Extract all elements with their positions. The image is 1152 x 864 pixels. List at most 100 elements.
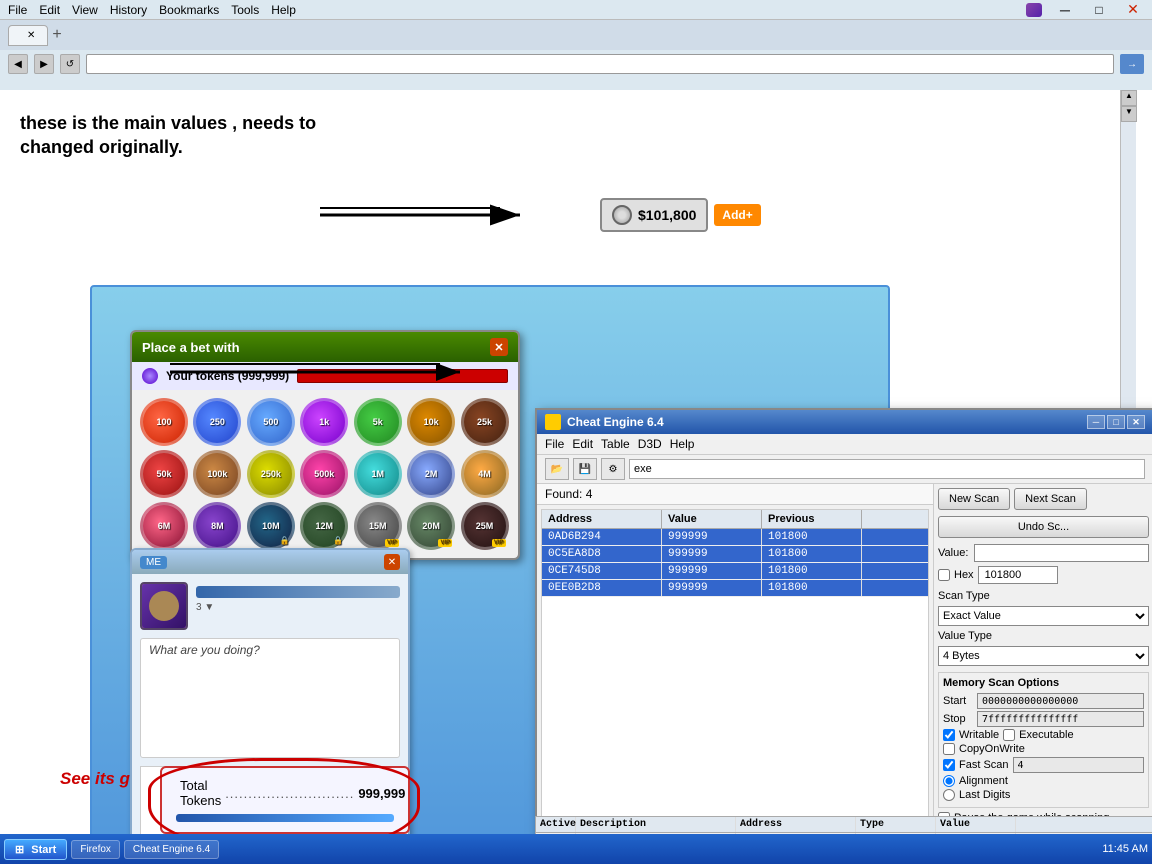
ce-menu-edit[interactable]: Edit xyxy=(572,437,593,451)
vip-badge: VIP xyxy=(492,539,506,547)
taskbar-ce-item[interactable]: Cheat Engine 6.4 xyxy=(124,840,219,859)
value-type-select[interactable]: 4 Bytes xyxy=(938,646,1149,666)
new-tab-button[interactable]: + xyxy=(52,26,61,44)
chip-10m[interactable]: 10M🔒 xyxy=(247,502,295,550)
fastscan-checkbox[interactable] xyxy=(943,759,955,771)
chip-1m[interactable]: 1M xyxy=(354,450,402,498)
next-scan-button[interactable]: Next Scan xyxy=(1014,488,1087,510)
ce-menu-file[interactable]: File xyxy=(545,437,564,451)
alignment-label: Alignment xyxy=(959,775,1008,787)
taskbar-browser-item[interactable]: Firefox xyxy=(71,840,120,859)
go-button[interactable]: → xyxy=(1120,54,1144,74)
token-value-box: $101,800 xyxy=(600,198,708,232)
ce-app-icon xyxy=(545,414,561,430)
browser-logo-icon xyxy=(1026,3,1042,17)
ce-menu-help[interactable]: Help xyxy=(670,437,695,451)
ce-settings-btn[interactable]: ⚙ xyxy=(601,458,625,480)
scroll-up-button[interactable]: ▲ xyxy=(1121,90,1137,106)
address-bar: ◀ ▶ ↺ → xyxy=(0,50,1152,78)
chat-status-text: 3 ▼ xyxy=(196,602,400,613)
fastscan-value-input[interactable] xyxy=(1013,757,1144,773)
menu-bookmarks[interactable]: Bookmarks xyxy=(159,3,219,17)
tab-close-icon[interactable]: ✕ xyxy=(27,30,35,41)
menu-history[interactable]: History xyxy=(110,3,147,17)
menu-edit[interactable]: Edit xyxy=(39,3,60,17)
minimize-btn[interactable]: ─ xyxy=(1054,2,1076,18)
refresh-button[interactable]: ↺ xyxy=(60,54,80,74)
table-row[interactable]: 0AD6B294 999999 101800 xyxy=(542,529,928,546)
hex-checkbox[interactable] xyxy=(938,569,950,581)
table-row[interactable]: 0CE745D8 999999 101800 xyxy=(542,563,928,580)
address-input[interactable] xyxy=(86,54,1114,74)
main-annotation: these is the main values , needs to chan… xyxy=(20,110,316,158)
bet-dialog-close-button[interactable]: ✕ xyxy=(490,338,508,356)
close-btn[interactable]: ✕ xyxy=(1122,1,1144,18)
forward-button[interactable]: ▶ xyxy=(34,54,54,74)
chip-100[interactable]: 100 xyxy=(140,398,188,446)
options-title: Memory Scan Options xyxy=(943,677,1144,689)
add-tokens-button[interactable]: Add+ xyxy=(714,204,760,226)
bet-dialog-titlebar: Place a bet with ✕ xyxy=(132,332,518,362)
fastscan-row: Fast Scan xyxy=(943,757,1144,773)
chip-25m[interactable]: 25MVIP xyxy=(461,502,509,550)
alignment-radio[interactable] xyxy=(943,775,955,787)
browser-tab[interactable]: ✕ xyxy=(8,25,48,46)
col-header-value: Value xyxy=(662,510,762,528)
scroll-down-button[interactable]: ▼ xyxy=(1121,106,1137,122)
ce-menu-table[interactable]: Table xyxy=(601,437,630,451)
chip-5k[interactable]: 5k xyxy=(354,398,402,446)
ce-open-btn[interactable]: 📂 xyxy=(545,458,569,480)
chip-15m[interactable]: 15MVIP xyxy=(354,502,402,550)
undo-scan-button[interactable]: Undo Sc... xyxy=(938,516,1149,538)
ce-window-buttons: ─ □ ✕ xyxy=(1087,415,1145,429)
ce-maximize-btn[interactable]: □ xyxy=(1107,415,1125,429)
main-text-line1: these is the main values , needs to xyxy=(20,110,316,137)
me-badge: ME xyxy=(140,556,167,569)
start-input[interactable] xyxy=(977,693,1144,709)
start-button[interactable]: ⊞ Start xyxy=(4,839,67,860)
copyonwrite-checkbox[interactable] xyxy=(943,743,955,755)
menu-view[interactable]: View xyxy=(72,3,98,17)
scan-type-select[interactable]: Exact Value xyxy=(938,606,1149,626)
cell-value: 999999 xyxy=(662,546,762,562)
table-row[interactable]: 0C5EA8D8 999999 101800 xyxy=(542,546,928,563)
writable-checkbox[interactable] xyxy=(943,729,955,741)
chip-500[interactable]: 500 xyxy=(247,398,295,446)
chip-25k[interactable]: 25k xyxy=(461,398,509,446)
chip-2m[interactable]: 2M xyxy=(407,450,455,498)
menu-help[interactable]: Help xyxy=(271,3,296,17)
maximize-btn[interactable]: □ xyxy=(1088,3,1110,17)
back-button[interactable]: ◀ xyxy=(8,54,28,74)
stop-input[interactable] xyxy=(977,711,1144,727)
chip-4m[interactable]: 4M xyxy=(461,450,509,498)
chip-50k[interactable]: 50k xyxy=(140,450,188,498)
memory-scan-options: Memory Scan Options Start Stop Writable xyxy=(938,672,1149,808)
ce-save-btn[interactable]: 💾 xyxy=(573,458,597,480)
chip-10k[interactable]: 10k xyxy=(407,398,455,446)
chip-12m[interactable]: 12M🔒 xyxy=(300,502,348,550)
chip-8m[interactable]: 8M xyxy=(193,502,241,550)
table-row[interactable]: 0EE0B2D8 999999 101800 xyxy=(542,580,928,597)
menu-file[interactable]: File xyxy=(8,3,27,17)
chip-1k[interactable]: 1k xyxy=(300,398,348,446)
start-icon: ⊞ xyxy=(15,844,24,856)
chip-500k[interactable]: 500k xyxy=(300,450,348,498)
lastdigits-radio[interactable] xyxy=(943,789,955,801)
chip-250[interactable]: 250 xyxy=(193,398,241,446)
value-input[interactable] xyxy=(974,544,1149,562)
chip-100k[interactable]: 100k xyxy=(193,450,241,498)
ce-minimize-btn[interactable]: ─ xyxy=(1087,415,1105,429)
ce-results-header: Address Value Previous xyxy=(542,510,928,529)
ce-menu-d3d[interactable]: D3D xyxy=(638,437,662,451)
ce-right-panel: New Scan Next Scan Undo Sc... Value: Hex… xyxy=(933,484,1152,844)
chip-250k[interactable]: 250k xyxy=(247,450,295,498)
menu-tools[interactable]: Tools xyxy=(231,3,259,17)
chip-6m[interactable]: 6M xyxy=(140,502,188,550)
ce-close-btn[interactable]: ✕ xyxy=(1127,415,1145,429)
new-scan-button[interactable]: New Scan xyxy=(938,488,1010,510)
browser-chrome: File Edit View History Bookmarks Tools H… xyxy=(0,0,1152,90)
chat-close-button[interactable]: ✕ xyxy=(384,554,400,570)
tokens-box-row: Total Tokens ...........................… xyxy=(176,778,394,808)
chip-20m[interactable]: 20MVIP xyxy=(407,502,455,550)
executable-checkbox[interactable] xyxy=(1003,729,1015,741)
